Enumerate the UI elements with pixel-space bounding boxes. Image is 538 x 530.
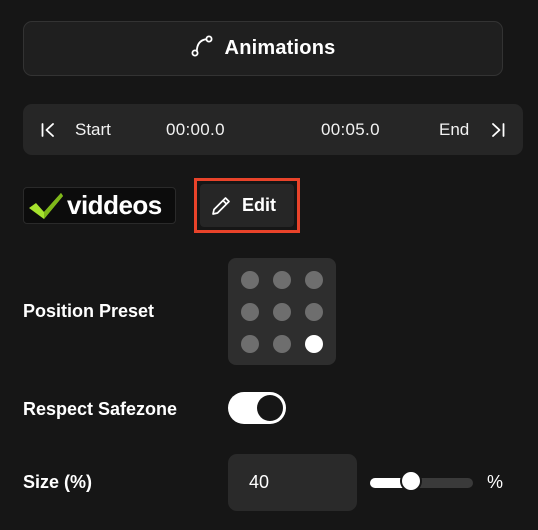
size-label: Size (%) (23, 472, 93, 492)
layer-settings-panel: Animations Start 00:00.0 00:05.0 End vid… (0, 0, 538, 530)
skip-to-end-icon[interactable] (490, 104, 506, 155)
safezone-toggle[interactable] (228, 392, 286, 424)
preset-middle-left[interactable] (241, 303, 259, 321)
preset-top-left[interactable] (241, 271, 259, 289)
size-slider-thumb[interactable] (400, 470, 422, 492)
position-preset-grid (228, 258, 336, 365)
start-time[interactable]: 00:00.0 (166, 120, 225, 140)
size-input[interactable] (228, 454, 357, 511)
edit-label: Edit (242, 195, 276, 215)
size-unit-label: % (487, 472, 504, 492)
pencil-icon (210, 195, 232, 217)
preset-top-right[interactable] (305, 271, 323, 289)
edit-highlight-frame: Edit (194, 178, 300, 233)
logo-wordmark: viddeos (67, 190, 162, 220)
position-preset-label: Position Preset (23, 301, 155, 321)
start-label[interactable]: Start (75, 120, 111, 140)
preset-bottom-center[interactable] (273, 335, 291, 353)
end-label[interactable]: End (439, 120, 469, 140)
logo-check-icon (27, 190, 65, 222)
preset-bottom-right[interactable] (305, 335, 323, 353)
toggle-knob (257, 395, 283, 421)
preset-top-center[interactable] (273, 271, 291, 289)
edit-button[interactable]: Edit (200, 184, 294, 227)
size-slider[interactable] (370, 470, 473, 492)
animations-button[interactable]: Animations (23, 21, 503, 76)
timeline-range-bar: Start 00:00.0 00:05.0 End (23, 104, 523, 155)
skip-to-start-icon[interactable] (40, 104, 56, 155)
end-time[interactable]: 00:05.0 (321, 120, 380, 140)
preset-middle-right[interactable] (305, 303, 323, 321)
preset-middle-center[interactable] (273, 303, 291, 321)
path-curve-icon (191, 35, 213, 62)
animations-label: Animations (224, 37, 336, 59)
safezone-label: Respect Safezone (23, 399, 178, 419)
preset-bottom-left[interactable] (241, 335, 259, 353)
logo-preview: viddeos (23, 187, 176, 224)
